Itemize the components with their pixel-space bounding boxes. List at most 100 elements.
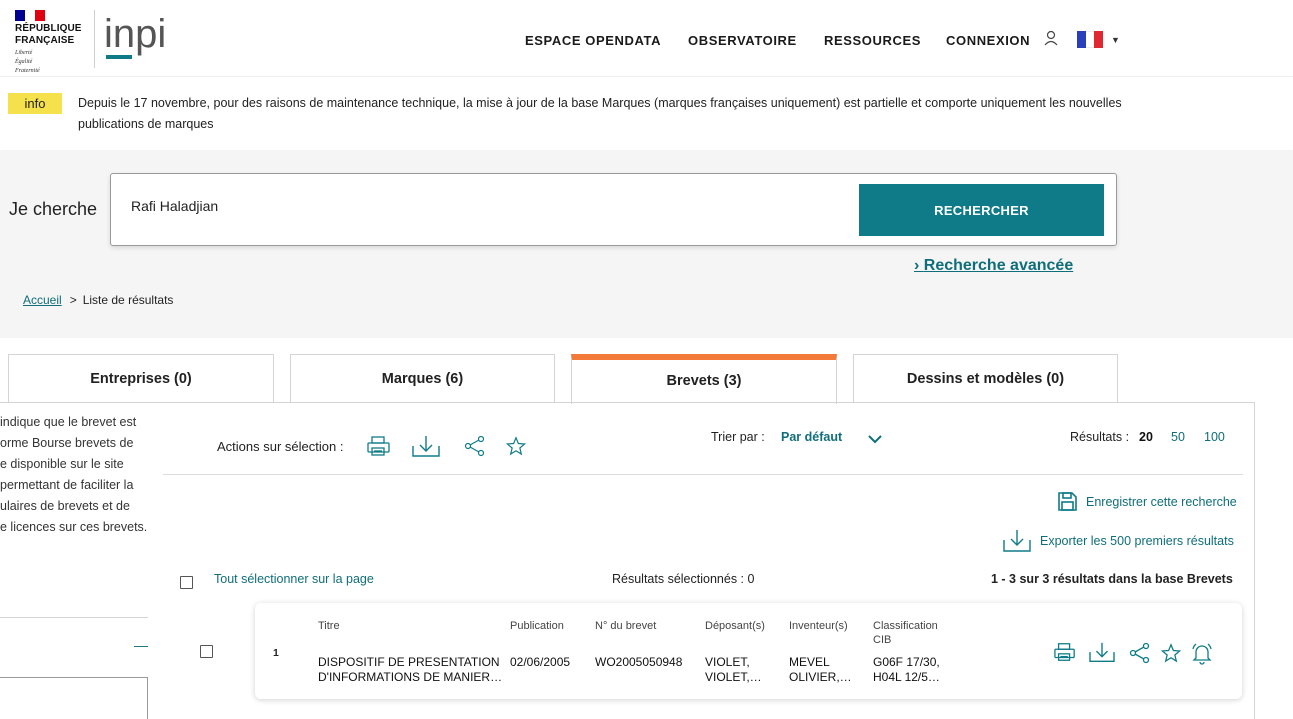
advanced-search-link[interactable]: › Recherche avancée <box>914 257 1073 275</box>
caret-down-icon: ▼ <box>1111 34 1120 45</box>
chevron-down-icon[interactable] <box>867 432 883 450</box>
titre-line: D'INFORMATIONS DE MANIER… <box>318 670 503 684</box>
description-line: ulaires de brevets et de <box>0 499 130 513</box>
deposant-line: VIOLET, <box>705 655 750 669</box>
col-head-classification: Classification CIB <box>873 620 938 646</box>
republique-francaise-logo[interactable]: RÉPUBLIQUE FRANÇAISE Liberté Égalité Fra… <box>15 10 95 74</box>
motto-egalite: Égalité <box>15 59 33 65</box>
alert-bell-icon[interactable] <box>1190 641 1214 670</box>
tabs-baseline <box>0 402 1254 403</box>
search-button[interactable]: RECHERCHER <box>859 184 1104 236</box>
share-icon[interactable] <box>464 434 486 463</box>
advanced-search-label: Recherche avancée <box>923 257 1074 274</box>
nav-ressources[interactable]: RESSOURCES <box>824 33 921 48</box>
tab-entreprises[interactable]: Entreprises (0) <box>8 354 274 403</box>
actions-divider <box>163 474 1243 475</box>
search-box: RECHERCHER <box>110 173 1117 246</box>
actions-label: Actions sur sélection : <box>217 439 344 454</box>
nav-connexion[interactable]: CONNEXION <box>946 33 1030 48</box>
description-line: orme Bourse brevets de <box>0 436 134 450</box>
download-icon <box>1003 530 1031 552</box>
col-head-publication: Publication <box>510 620 564 632</box>
select-all-checkbox[interactable] <box>180 576 193 589</box>
sort-label: Trier par : <box>711 430 765 444</box>
save-icon <box>1058 492 1077 511</box>
col-head-numero: N° du brevet <box>595 620 657 632</box>
result-checkbox[interactable] <box>200 645 213 658</box>
result-deposants: VIOLET, VIOLET,… <box>705 655 762 685</box>
sort-select[interactable]: Par défaut <box>781 430 842 444</box>
language-selector[interactable]: ▼ <box>1077 31 1120 48</box>
titre-line: DISPOSITIF DE PRESENTATION <box>318 655 500 669</box>
print-icon[interactable] <box>366 434 392 463</box>
export-label: Exporter les 500 premiers résultats <box>1040 534 1234 548</box>
star-icon[interactable] <box>505 434 527 463</box>
download-icon[interactable] <box>1087 641 1117 670</box>
breadcrumb-home[interactable]: Accueil <box>23 293 62 307</box>
inventeur-line: OLIVIER,… <box>789 670 852 684</box>
tab-dessins-modeles[interactable]: Dessins et modèles (0) <box>853 354 1118 403</box>
results-per-page-20[interactable]: 20 <box>1139 430 1153 444</box>
info-message: Depuis le 17 novembre, pour des raisons … <box>78 96 1122 131</box>
result-classification: G06F 17/30, H04L 12/5… <box>873 655 940 685</box>
print-icon[interactable] <box>1053 641 1077 668</box>
col-head-titre: Titre <box>318 620 340 632</box>
select-all-link[interactable]: Tout sélectionner sur la page <box>214 572 374 586</box>
breadcrumb: Accueil > Liste de résultats <box>23 293 173 307</box>
download-icon[interactable] <box>411 434 441 465</box>
classification-line: H04L 12/5… <box>873 670 940 684</box>
info-banner: info Depuis le 17 novembre, pour des rai… <box>0 76 1293 150</box>
breadcrumb-current: Liste de résultats <box>82 293 174 307</box>
export-button[interactable]: Exporter les 500 premiers résultats <box>1002 529 1234 553</box>
description-line: indique que le brevet est <box>0 415 137 429</box>
page: RÉPUBLIQUE FRANÇAISE Liberté Égalité Fra… <box>0 0 1293 719</box>
results-summary: 1 - 3 sur 3 résultats dans la base Breve… <box>991 572 1233 586</box>
description-line: permettant de faciliter la <box>0 478 134 492</box>
site-header: RÉPUBLIQUE FRANÇAISE Liberté Égalité Fra… <box>0 0 1293 76</box>
motto-liberte: Liberté <box>15 50 33 56</box>
nav-observatoire[interactable]: OBSERVATOIRE <box>688 33 797 48</box>
deposant-line: VIOLET,… <box>705 670 762 684</box>
result-index: 1 <box>273 647 279 659</box>
search-input[interactable] <box>131 198 831 214</box>
result-numero: WO2005050948 <box>595 655 683 669</box>
star-icon[interactable] <box>1160 641 1182 670</box>
result-publication: 02/06/2005 <box>510 655 571 669</box>
francaise-line: FRANÇAISE <box>15 35 75 46</box>
share-icon[interactable] <box>1129 641 1151 670</box>
results-per-page-label: Résultats : <box>1070 430 1130 444</box>
motto-fraternite: Fraternité <box>15 68 40 74</box>
breadcrumb-separator: > <box>69 293 77 307</box>
result-card[interactable]: 1 Titre Publication N° du brevet Déposan… <box>255 603 1242 699</box>
result-titre[interactable]: DISPOSITIF DE PRESENTATION D'INFORMATION… <box>318 655 508 685</box>
classification-line: G06F 17/30, <box>873 655 940 669</box>
sidebar-divider <box>0 617 148 618</box>
collapse-dash-icon[interactable]: — <box>134 637 148 653</box>
french-flag-icon <box>1077 31 1104 48</box>
results-per-page-50[interactable]: 50 <box>1171 430 1185 444</box>
save-search-label: Enregistrer cette recherche <box>1086 494 1237 509</box>
content-border <box>1254 402 1255 719</box>
inventeur-line: MEVEL <box>789 655 830 669</box>
tab-marques[interactable]: Marques (6) <box>290 354 555 403</box>
sidebar-filter-box[interactable] <box>0 677 148 719</box>
col-head-inventeurs: Inventeur(s) <box>789 620 848 632</box>
result-inventeurs: MEVEL OLIVIER,… <box>789 655 852 685</box>
brevet-bourse-description: indique que le brevet est orme Bourse br… <box>0 412 148 538</box>
col-head-deposants: Déposant(s) <box>705 620 765 632</box>
search-label: Je cherche <box>9 199 98 219</box>
tab-brevets[interactable]: Brevets (3) <box>571 354 837 404</box>
republique-line: RÉPUBLIQUE <box>15 23 82 34</box>
marianne-flag-icon <box>15 10 45 21</box>
results-per-page-100[interactable]: 100 <box>1204 430 1225 444</box>
logo-divider <box>94 10 95 68</box>
selected-count: Résultats sélectionnés : 0 <box>612 572 755 586</box>
description-line: e licences sur ces brevets. <box>0 520 148 534</box>
user-icon[interactable] <box>1044 30 1058 51</box>
inpi-logo-text: inpi <box>104 14 166 56</box>
info-badge: info <box>8 93 62 114</box>
description-line: e disponible sur le site <box>0 457 124 471</box>
save-search-button[interactable]: Enregistrer cette recherche <box>1057 491 1237 512</box>
nav-espace-opendata[interactable]: ESPACE OPENDATA <box>525 33 661 48</box>
inpi-logo[interactable]: inpi <box>104 12 180 67</box>
